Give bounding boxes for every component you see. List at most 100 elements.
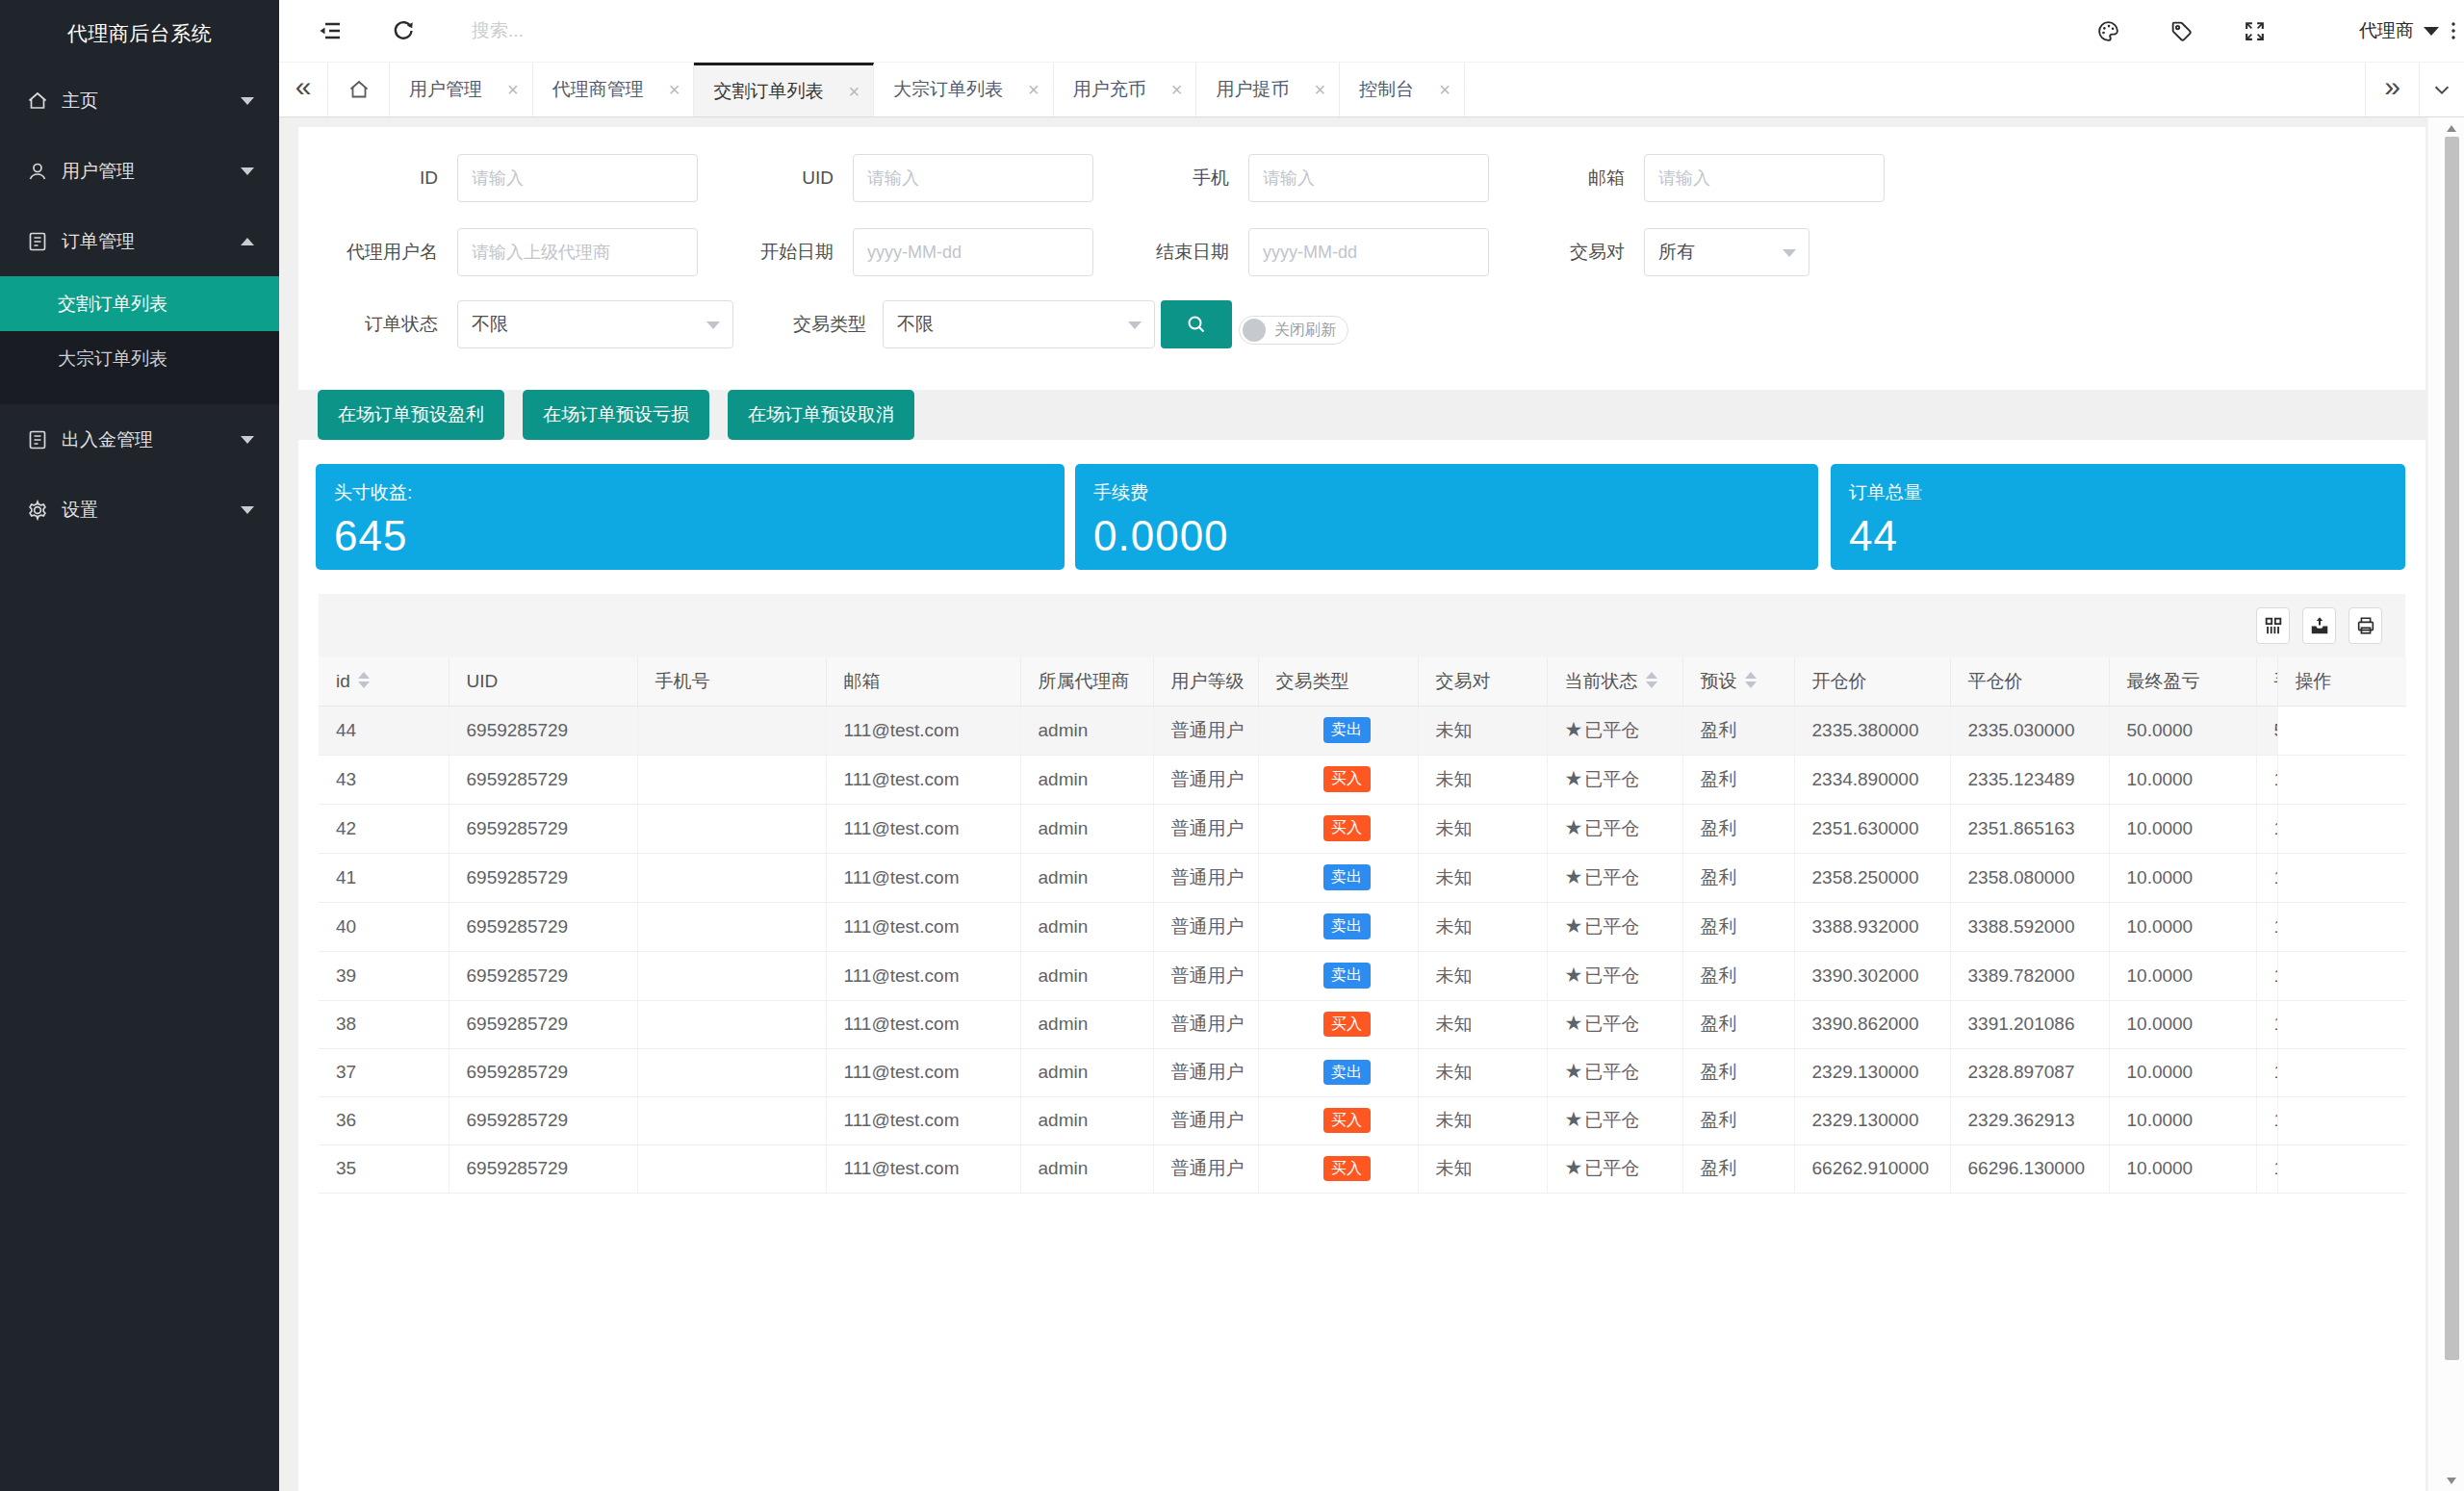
- column-header-id[interactable]: id: [319, 657, 449, 706]
- tab-close-icon[interactable]: ×: [669, 80, 680, 99]
- cell-close: 2328.897087: [1950, 1048, 2109, 1096]
- sidebar-item-settings[interactable]: 设置: [0, 475, 279, 545]
- tag-icon[interactable]: [2169, 18, 2194, 43]
- column-header-open: 开仓价: [1794, 657, 1950, 706]
- preset-loss-button[interactable]: 在场订单预设亏损: [523, 390, 709, 440]
- sell-badge: 卖出: [1323, 913, 1371, 938]
- sidebar-item-home[interactable]: 主页: [0, 65, 279, 136]
- filter-panel: ID UID 手机 邮箱: [298, 127, 2426, 390]
- chevron-down-icon: [1128, 321, 1142, 329]
- start-date-input[interactable]: [853, 228, 1093, 276]
- cell-phone: [637, 853, 826, 902]
- table-row-37: 376959285729111@test.comadmin普通用户卖出未知★已平…: [319, 1048, 2406, 1096]
- agent-input[interactable]: [457, 228, 698, 276]
- tab-close-icon[interactable]: ×: [848, 82, 860, 101]
- sidebar-subitem-delivery-orders[interactable]: 交割订单列表: [0, 276, 279, 331]
- sidebar-subitem-block-orders[interactable]: 大宗订单列表: [0, 331, 279, 386]
- cell-level: 普通用户: [1153, 755, 1258, 804]
- cell-type: 买入: [1258, 804, 1418, 853]
- cell-op: [2277, 755, 2406, 804]
- export-icon[interactable]: [2302, 607, 2336, 644]
- column-header-agent: 所属代理商: [1020, 657, 1153, 706]
- sell-badge: 卖出: [1323, 963, 1371, 988]
- stat-cards: 头寸收益: 645 手续费 0.0000 订单总量 44: [316, 464, 2426, 570]
- preset-cancel-button[interactable]: 在场订单预设取消: [728, 390, 914, 440]
- cell-phone: [637, 1000, 826, 1048]
- tabs-scroll-left-icon[interactable]: «: [279, 63, 327, 116]
- buy-badge: 买入: [1323, 766, 1371, 791]
- sidebar-item-label: 设置: [62, 498, 98, 523]
- column-label: UID: [467, 671, 499, 691]
- tabs-menu-icon[interactable]: [2419, 63, 2464, 116]
- scroll-up-icon[interactable]: [2444, 119, 2459, 137]
- search-input[interactable]: [472, 20, 1011, 41]
- tab-3[interactable]: 交割订单列表×: [694, 63, 874, 116]
- sidebar-item-funds[interactable]: 出入金管理: [0, 404, 279, 475]
- tabs-scroll-right-icon[interactable]: »: [2365, 63, 2419, 116]
- stat-value: 0.0000: [1093, 512, 1818, 560]
- theme-palette-icon[interactable]: [2095, 18, 2120, 43]
- star-icon: ★: [1565, 1156, 1583, 1178]
- email-input[interactable]: [1644, 154, 1885, 202]
- tab-close-icon[interactable]: ×: [507, 80, 519, 99]
- id-input[interactable]: [457, 154, 698, 202]
- tab-label: 大宗订单列表: [893, 77, 1003, 102]
- sidebar-item-orders[interactable]: 订单管理: [0, 206, 279, 276]
- preset-profit-button[interactable]: 在场订单预设盈利: [318, 390, 504, 440]
- cell-uid: 6959285729: [449, 1048, 637, 1096]
- tab-1[interactable]: 用户管理×: [390, 63, 533, 116]
- vertical-scrollbar[interactable]: [2427, 117, 2464, 1491]
- status-label: 已平仓: [1584, 818, 1639, 838]
- refresh-icon[interactable]: [391, 18, 416, 43]
- tab-6[interactable]: 用户提币×: [1196, 63, 1340, 116]
- uid-input[interactable]: [853, 154, 1093, 202]
- phone-input[interactable]: [1248, 154, 1489, 202]
- collapse-sidebar-icon[interactable]: [318, 18, 343, 43]
- tab-close-icon[interactable]: ×: [1439, 80, 1450, 99]
- cell-op: [2277, 1000, 2406, 1048]
- column-settings-icon[interactable]: [2256, 607, 2290, 644]
- tab-7[interactable]: 控制台×: [1340, 63, 1465, 116]
- refresh-toggle[interactable]: 关闭刷新: [1239, 316, 1348, 345]
- scrollbar-thumb[interactable]: [2445, 137, 2459, 1360]
- cell-status: ★已平仓: [1547, 902, 1682, 951]
- sort-icon[interactable]: [1745, 672, 1757, 688]
- user-menu[interactable]: 代理商: [2359, 18, 2439, 43]
- sort-icon[interactable]: [358, 672, 370, 688]
- cell-pair: 未知: [1418, 1096, 1547, 1144]
- sort-icon[interactable]: [1646, 672, 1657, 688]
- cell-open: 3388.932000: [1794, 902, 1950, 951]
- scroll-down-icon[interactable]: [2444, 1472, 2459, 1489]
- cell-uid: 6959285729: [449, 902, 637, 951]
- sidebar-item-users[interactable]: 用户管理: [0, 136, 279, 206]
- end-date-input[interactable]: [1248, 228, 1489, 276]
- star-icon: ★: [1565, 914, 1583, 937]
- more-options-icon[interactable]: [2447, 18, 2460, 43]
- column-header-status[interactable]: 当前状态: [1547, 657, 1682, 706]
- tab-close-icon[interactable]: ×: [1171, 80, 1183, 99]
- cell-agent: admin: [1020, 902, 1153, 951]
- cell-id: 44: [319, 706, 449, 755]
- fullscreen-icon[interactable]: [2242, 18, 2267, 43]
- tab-5[interactable]: 用户充币×: [1054, 63, 1197, 116]
- tab-close-icon[interactable]: ×: [1028, 80, 1040, 99]
- cell-fee: 5.0000: [2256, 706, 2277, 755]
- pair-select[interactable]: 所有: [1644, 228, 1810, 276]
- phone-label: 手机: [1109, 166, 1229, 191]
- tab-2[interactable]: 代理商管理×: [533, 63, 695, 116]
- cell-preset: 盈利: [1682, 1096, 1794, 1144]
- tab-home[interactable]: [327, 63, 390, 116]
- tab-4[interactable]: 大宗订单列表 ×: [874, 63, 1054, 116]
- trade-type-select[interactable]: 不限: [883, 300, 1155, 348]
- tab-close-icon[interactable]: ×: [1314, 80, 1325, 99]
- stat-label: 头寸收益:: [334, 480, 1065, 505]
- print-icon[interactable]: [2348, 607, 2382, 644]
- cell-email: 111@test.com: [826, 1144, 1020, 1193]
- cell-close: 3391.201086: [1950, 1000, 2109, 1048]
- search-button[interactable]: [1161, 300, 1232, 348]
- cell-level: 普通用户: [1153, 951, 1258, 1000]
- column-header-preset[interactable]: 预设: [1682, 657, 1794, 706]
- cell-preset: 盈利: [1682, 804, 1794, 853]
- column-label: 平仓价: [1968, 671, 2023, 691]
- order-status-select[interactable]: 不限: [457, 300, 733, 348]
